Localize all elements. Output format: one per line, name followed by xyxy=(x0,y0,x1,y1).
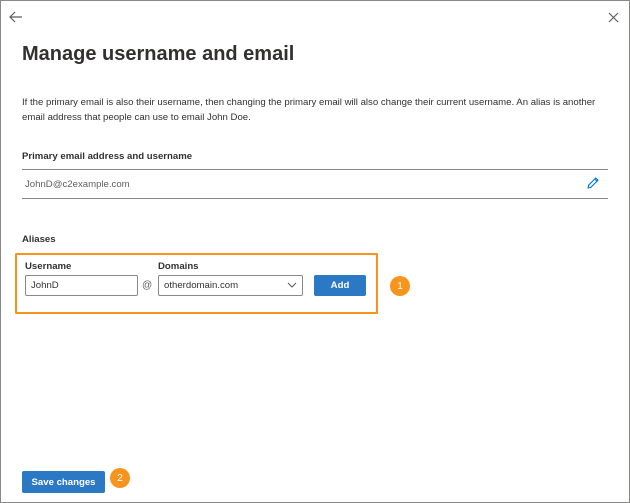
add-alias-button[interactable]: Add xyxy=(314,275,366,296)
pencil-icon[interactable] xyxy=(586,176,600,190)
primary-email-value: JohnD@c2example.com xyxy=(25,179,130,190)
domains-select[interactable]: otherdomain.com xyxy=(158,275,303,296)
primary-email-label: Primary email address and username xyxy=(22,151,193,162)
primary-email-row: JohnD@c2example.com xyxy=(22,169,608,199)
page-title: Manage username and email xyxy=(22,43,295,65)
callout-badge-2: 2 xyxy=(110,468,130,488)
domains-label: Domains xyxy=(158,261,199,272)
chevron-down-icon xyxy=(287,280,297,290)
panel-frame xyxy=(0,0,630,503)
username-label: Username xyxy=(25,261,72,272)
page-description: If the primary email is also their usern… xyxy=(22,97,596,123)
domains-selected-value: otherdomain.com xyxy=(164,280,239,291)
aliases-label: Aliases xyxy=(22,234,56,245)
username-input[interactable]: JohnD xyxy=(25,275,138,296)
arrow-left-icon[interactable] xyxy=(7,8,25,26)
callout-badge-1: 1 xyxy=(390,276,410,296)
at-symbol: @ xyxy=(142,280,153,291)
close-icon[interactable] xyxy=(604,8,622,26)
save-changes-button[interactable]: Save changes xyxy=(22,471,105,493)
